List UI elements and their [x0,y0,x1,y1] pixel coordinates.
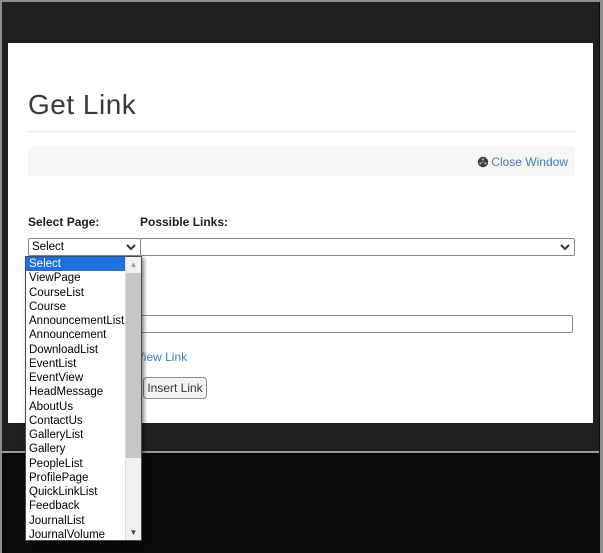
dropdown-option[interactable]: GalleryList [26,428,125,442]
dropdown-option[interactable]: ViewPage [26,271,125,285]
listbox-scrollbar[interactable]: ▲ ▼ [125,257,141,540]
dropdown-option[interactable]: ContactUs [26,414,125,428]
close-window-link[interactable]: Close Window [477,155,568,169]
dropdown-option[interactable]: JournalVolume [26,528,125,540]
page: Get Link Close Window Select Page: Possi… [0,0,603,553]
toolbar: Close Window [28,147,575,176]
dropdown-option[interactable]: Gallery [26,442,125,456]
scrollbar-thumb[interactable] [126,273,141,458]
dropdown-option[interactable]: EventList [26,357,125,371]
dropdown-option[interactable]: Course [26,300,125,314]
dropdown-option[interactable]: EventView [26,371,125,385]
page-title: Get Link [28,89,136,121]
insert-link-button[interactable]: Insert Link [143,377,207,399]
scrollbar-down-button[interactable]: ▼ [126,525,141,540]
dropdown-option[interactable]: AnnouncementList [26,314,125,328]
close-window-label: Close Window [491,155,568,169]
dropdown-option[interactable]: Announcement [26,328,125,342]
select-page-value: Select [32,241,64,253]
select-page-label: Select Page: [28,215,99,229]
dropdown-option[interactable]: Select [26,257,125,271]
chevron-down-icon [126,241,136,253]
select-page-dropdown[interactable]: Select [28,238,141,256]
possible-links-dropdown[interactable] [140,238,575,256]
dropdown-option[interactable]: AboutUs [26,400,125,414]
select-page-options-list: SelectViewPageCourseListCourseAnnounceme… [25,256,142,541]
dropdown-option[interactable]: HeadMessage [26,385,125,399]
view-link[interactable]: View Link [136,350,187,364]
title-divider [28,131,575,132]
chevron-down-icon [560,241,570,253]
scrollbar-up-button[interactable]: ▲ [126,257,141,272]
dropdown-option[interactable]: QuickLinkList [26,485,125,499]
close-window-icon [477,156,489,168]
dropdown-option[interactable]: JournalList [26,514,125,528]
dropdown-option[interactable]: DownloadList [26,343,125,357]
possible-links-label: Possible Links: [140,215,228,229]
dropdown-option[interactable]: ProfilePage [26,471,125,485]
dropdown-option[interactable]: PeopleList [26,457,125,471]
dropdown-option[interactable]: CourseList [26,286,125,300]
dropdown-option[interactable]: Feedback [26,499,125,513]
options-container: SelectViewPageCourseListCourseAnnounceme… [26,257,125,540]
